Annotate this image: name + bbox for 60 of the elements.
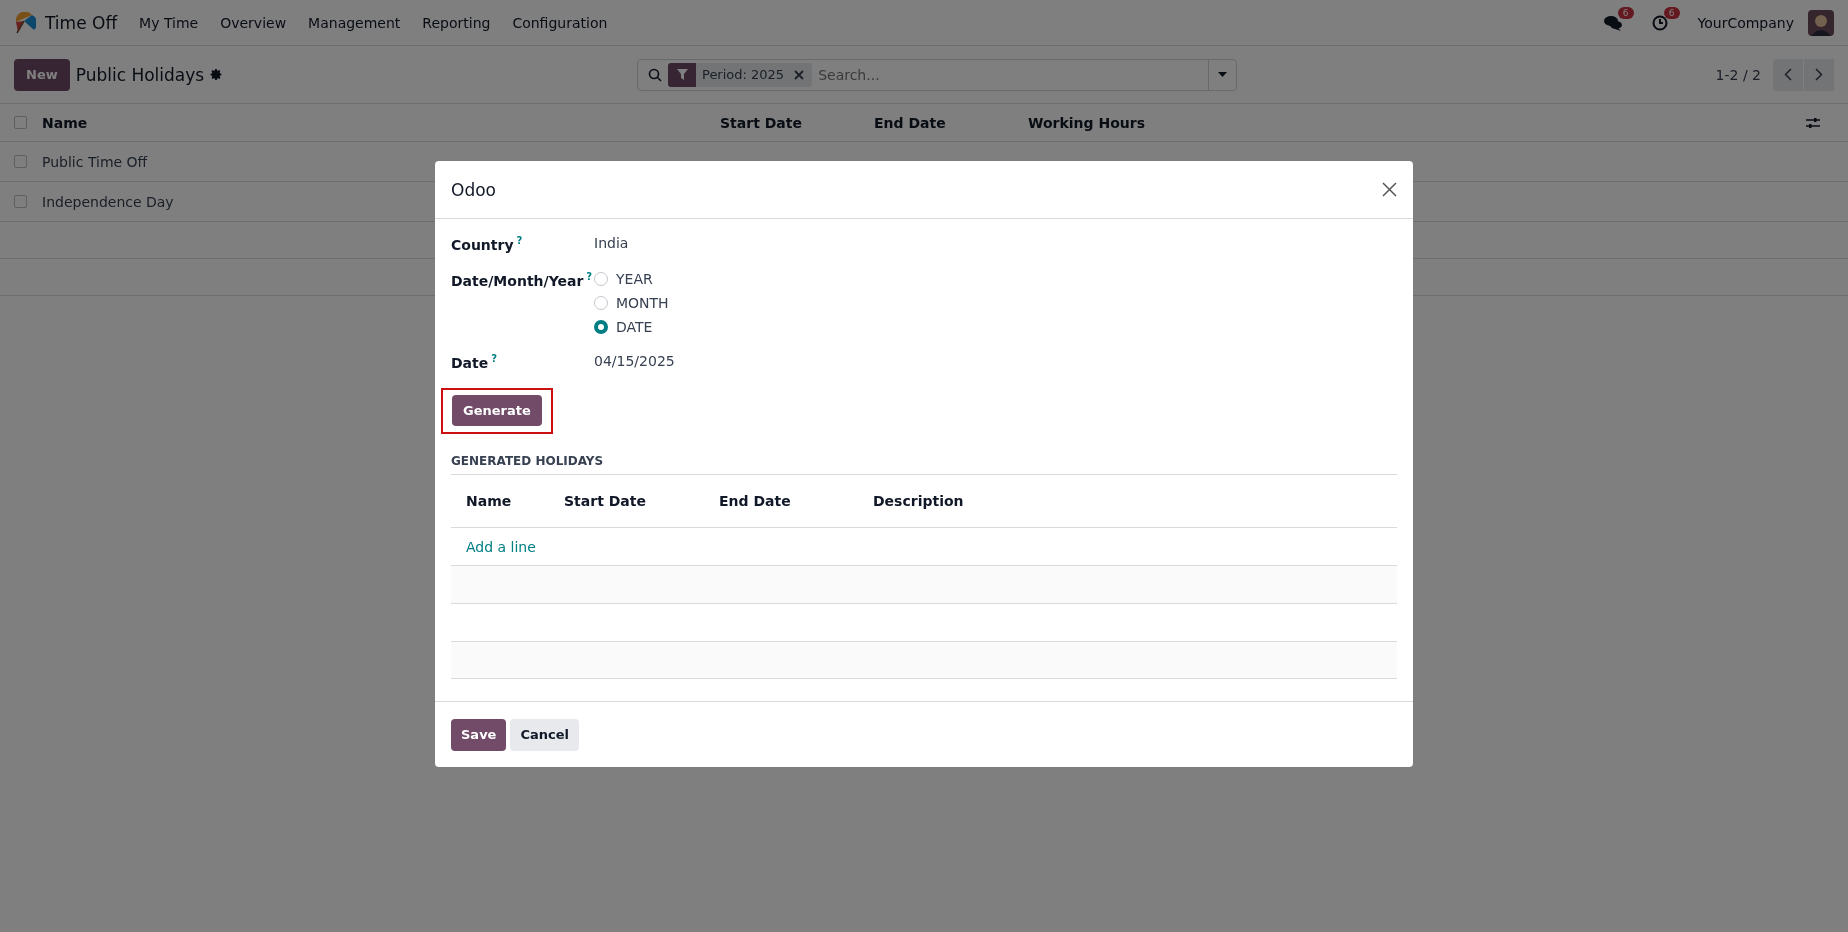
field-label: Country $^{?}$ xyxy=(451,235,524,253)
close-icon[interactable] xyxy=(794,69,805,80)
menu-item[interactable]: Configuration xyxy=(512,14,608,31)
column-header: Name xyxy=(466,493,513,510)
table-cell-text: Public Time Off xyxy=(42,153,149,170)
column-header: Start Date xyxy=(564,493,647,510)
filter-facet[interactable]: Period: 2025 xyxy=(668,62,813,87)
new-button[interactable]: New xyxy=(14,58,70,91)
field-value: India xyxy=(594,235,630,253)
activity-count-badge: 6 xyxy=(1663,6,1680,19)
umbrella-logo-icon[interactable] xyxy=(14,11,36,34)
column-header[interactable]: End Date xyxy=(874,114,1028,131)
field-value: 04/15/2025 xyxy=(594,352,676,371)
menu-item[interactable]: Overview xyxy=(220,14,287,31)
cancel-button[interactable]: Cancel xyxy=(510,718,579,751)
row-checkbox[interactable] xyxy=(14,195,27,208)
previous-button[interactable] xyxy=(1773,58,1803,91)
radio-label[interactable]: DATE xyxy=(616,318,653,335)
radio-button[interactable] xyxy=(594,319,608,334)
add-line-link[interactable]: Add a line xyxy=(466,538,1397,555)
chat-icon[interactable] xyxy=(1603,14,1622,31)
generate-button[interactable]: Generate xyxy=(452,395,542,427)
radio-button[interactable] xyxy=(594,271,608,286)
row-checkbox[interactable] xyxy=(14,155,27,168)
search-icon xyxy=(648,67,662,82)
clock-icon[interactable] xyxy=(1651,14,1668,31)
app-name[interactable]: Time Off xyxy=(45,12,118,33)
message-count-badge: 6 xyxy=(1617,6,1634,19)
column-header[interactable]: Name xyxy=(42,114,720,131)
filter-icon xyxy=(676,69,688,80)
select-all-checkbox[interactable] xyxy=(14,116,27,129)
menu-item[interactable]: My Time xyxy=(139,14,199,31)
avatar-icon[interactable] xyxy=(1808,9,1834,36)
company-name[interactable]: YourCompany xyxy=(1697,14,1794,31)
facet-label: Period: 2025 xyxy=(701,67,786,82)
chevron-left-icon xyxy=(1784,68,1792,81)
search-field[interactable]: Period: 2025 Search... xyxy=(637,58,1237,91)
next-button[interactable] xyxy=(1804,58,1834,91)
gear-icon[interactable] xyxy=(210,68,224,81)
column-header: End Date xyxy=(719,493,792,510)
close-button[interactable] xyxy=(1382,182,1397,197)
dialog-title: Odoo xyxy=(451,179,496,200)
radio-label[interactable]: MONTH xyxy=(616,294,669,311)
field-label: Date/Month/Year $^{?}$ xyxy=(451,270,594,291)
table-cell-text: Independence Day xyxy=(42,193,175,210)
field-label: Date $^{?}$ xyxy=(451,352,499,371)
menu-item[interactable]: Management xyxy=(308,14,401,31)
save-button[interactable]: Save xyxy=(451,718,507,751)
radio-label[interactable]: YEAR xyxy=(616,270,653,287)
column-header[interactable]: Working Hours xyxy=(1028,114,1806,131)
column-settings-icon[interactable] xyxy=(1806,116,1820,129)
chevron-right-icon xyxy=(1815,68,1823,81)
column-header[interactable]: Start Date xyxy=(720,114,874,131)
radio-button[interactable] xyxy=(594,295,608,310)
page-title: Public Holidays xyxy=(75,64,205,85)
menu-item[interactable]: Reporting xyxy=(422,14,491,31)
pager-value[interactable]: 1-2 / 2 xyxy=(1715,66,1761,83)
close-icon xyxy=(1382,182,1397,197)
column-header: Description xyxy=(873,493,965,510)
caret-icon xyxy=(1218,72,1227,77)
